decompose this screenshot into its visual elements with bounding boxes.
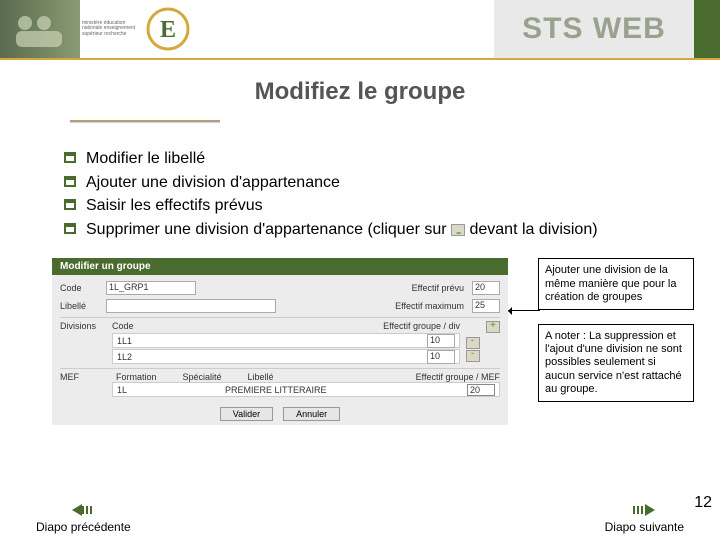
div-eff-field[interactable]: 10 <box>427 334 455 348</box>
effectif-max-label: Effectif maximum <box>395 301 464 311</box>
div-col-code: Code <box>112 321 172 331</box>
arrow-right-icon <box>631 502 657 518</box>
note-box: A noter : La suppression et l'ajout d'un… <box>538 324 694 402</box>
prev-nav[interactable]: Diapo précédente <box>36 502 131 534</box>
table-row: 1L1 10 <box>112 333 460 348</box>
people-icon <box>10 9 70 49</box>
remove-row-button[interactable] <box>466 350 480 362</box>
libelle-field[interactable] <box>106 299 276 313</box>
bullet-text-b: devant la division) <box>469 221 597 238</box>
mef-col-specialite: Spécialité <box>183 372 222 382</box>
bullet-text: Modifier le libellé <box>86 148 205 170</box>
code-field[interactable]: 1L_GRP1 <box>106 281 196 295</box>
arrow-left-icon <box>70 502 96 518</box>
form-buttons: Valider Annuler <box>52 401 508 425</box>
brand-text: STS WEB <box>522 12 666 46</box>
remove-icon <box>451 224 465 236</box>
prev-label: Diapo précédente <box>36 520 131 534</box>
brand-block: STS WEB <box>494 0 694 58</box>
logo-e: E <box>140 0 196 58</box>
next-label: Diapo suivante <box>605 520 684 534</box>
e-logo-icon: E <box>146 7 190 51</box>
mef-eff-field[interactable]: 20 <box>467 384 495 396</box>
bullet-icon <box>64 176 76 187</box>
callout-line <box>508 310 540 311</box>
mef-label: MEF <box>60 372 112 382</box>
bullet-icon <box>64 199 76 210</box>
bullet-text: Ajouter une division d'appartenance <box>86 172 340 194</box>
decorative-photo <box>0 0 80 58</box>
div-eff-field[interactable]: 10 <box>427 350 455 364</box>
form-body: Code 1L_GRP1 Effectif prévu 20 Libellé E… <box>52 275 508 401</box>
mef-col-eff: Effectif groupe / MEF <box>416 372 500 382</box>
note-box: Ajouter une division de la même manière … <box>538 258 694 310</box>
header-left: ministère éducation nationale enseigneme… <box>0 0 140 58</box>
next-nav[interactable]: Diapo suivante <box>605 502 684 534</box>
effectif-prevu-field[interactable]: 20 <box>472 281 500 295</box>
effectif-prevu-label: Effectif prévu <box>412 283 464 293</box>
mef-col-libelle: Libellé <box>248 372 274 382</box>
header-cap <box>694 0 720 58</box>
bullet-text: Saisir les effectifs prévus <box>86 195 263 217</box>
header-rule <box>0 58 720 60</box>
title-underline <box>70 120 220 122</box>
page-title: Modifiez le groupe <box>0 78 720 106</box>
header-spacer <box>196 0 494 58</box>
divisions-label: Divisions <box>60 321 112 331</box>
annuler-button[interactable]: Annuler <box>283 407 340 421</box>
code-label: Code <box>60 283 106 293</box>
side-notes: Ajouter une division de la même manière … <box>538 258 694 402</box>
list-item: Modifier le libellé <box>64 148 720 170</box>
bullet-text: Supprimer une division d'appartenance (c… <box>86 219 598 241</box>
libelle-label: Libellé <box>60 301 106 311</box>
mef-formation: 1L <box>117 385 165 395</box>
div-code: 1L2 <box>117 352 177 362</box>
slide-footer: Diapo précédente Diapo suivante <box>0 502 720 534</box>
div-code: 1L1 <box>117 336 177 346</box>
bullet-icon <box>64 152 76 163</box>
ministry-text: ministère éducation nationale enseigneme… <box>80 0 140 58</box>
list-item: Supprimer une division d'appartenance (c… <box>64 219 720 241</box>
valider-button[interactable]: Valider <box>220 407 273 421</box>
svg-text:E: E <box>160 17 176 43</box>
effectif-max-field[interactable]: 25 <box>472 299 500 313</box>
bullet-text-a: Supprimer une division d'appartenance (c… <box>86 221 451 238</box>
bullet-list: Modifier le libellé Ajouter une division… <box>64 148 720 240</box>
list-item: Ajouter une division d'appartenance <box>64 172 720 194</box>
table-row: 1L2 10 <box>112 349 460 364</box>
list-item: Saisir les effectifs prévus <box>64 195 720 217</box>
table-row: 1L PREMIERE LITTERAIRE 20 <box>112 382 500 397</box>
app-header: ministère éducation nationale enseigneme… <box>0 0 720 58</box>
add-row-button[interactable] <box>486 321 500 333</box>
mef-libelle: PREMIERE LITTERAIRE <box>225 385 467 395</box>
form-area: Modifier un groupe Code 1L_GRP1 Effectif… <box>52 258 720 425</box>
mef-col-formation: Formation <box>116 372 157 382</box>
group-form: Modifier un groupe Code 1L_GRP1 Effectif… <box>52 258 508 425</box>
bullet-icon <box>64 223 76 234</box>
div-col-eff: Effectif groupe / div <box>172 321 460 331</box>
form-heading: Modifier un groupe <box>52 258 508 275</box>
